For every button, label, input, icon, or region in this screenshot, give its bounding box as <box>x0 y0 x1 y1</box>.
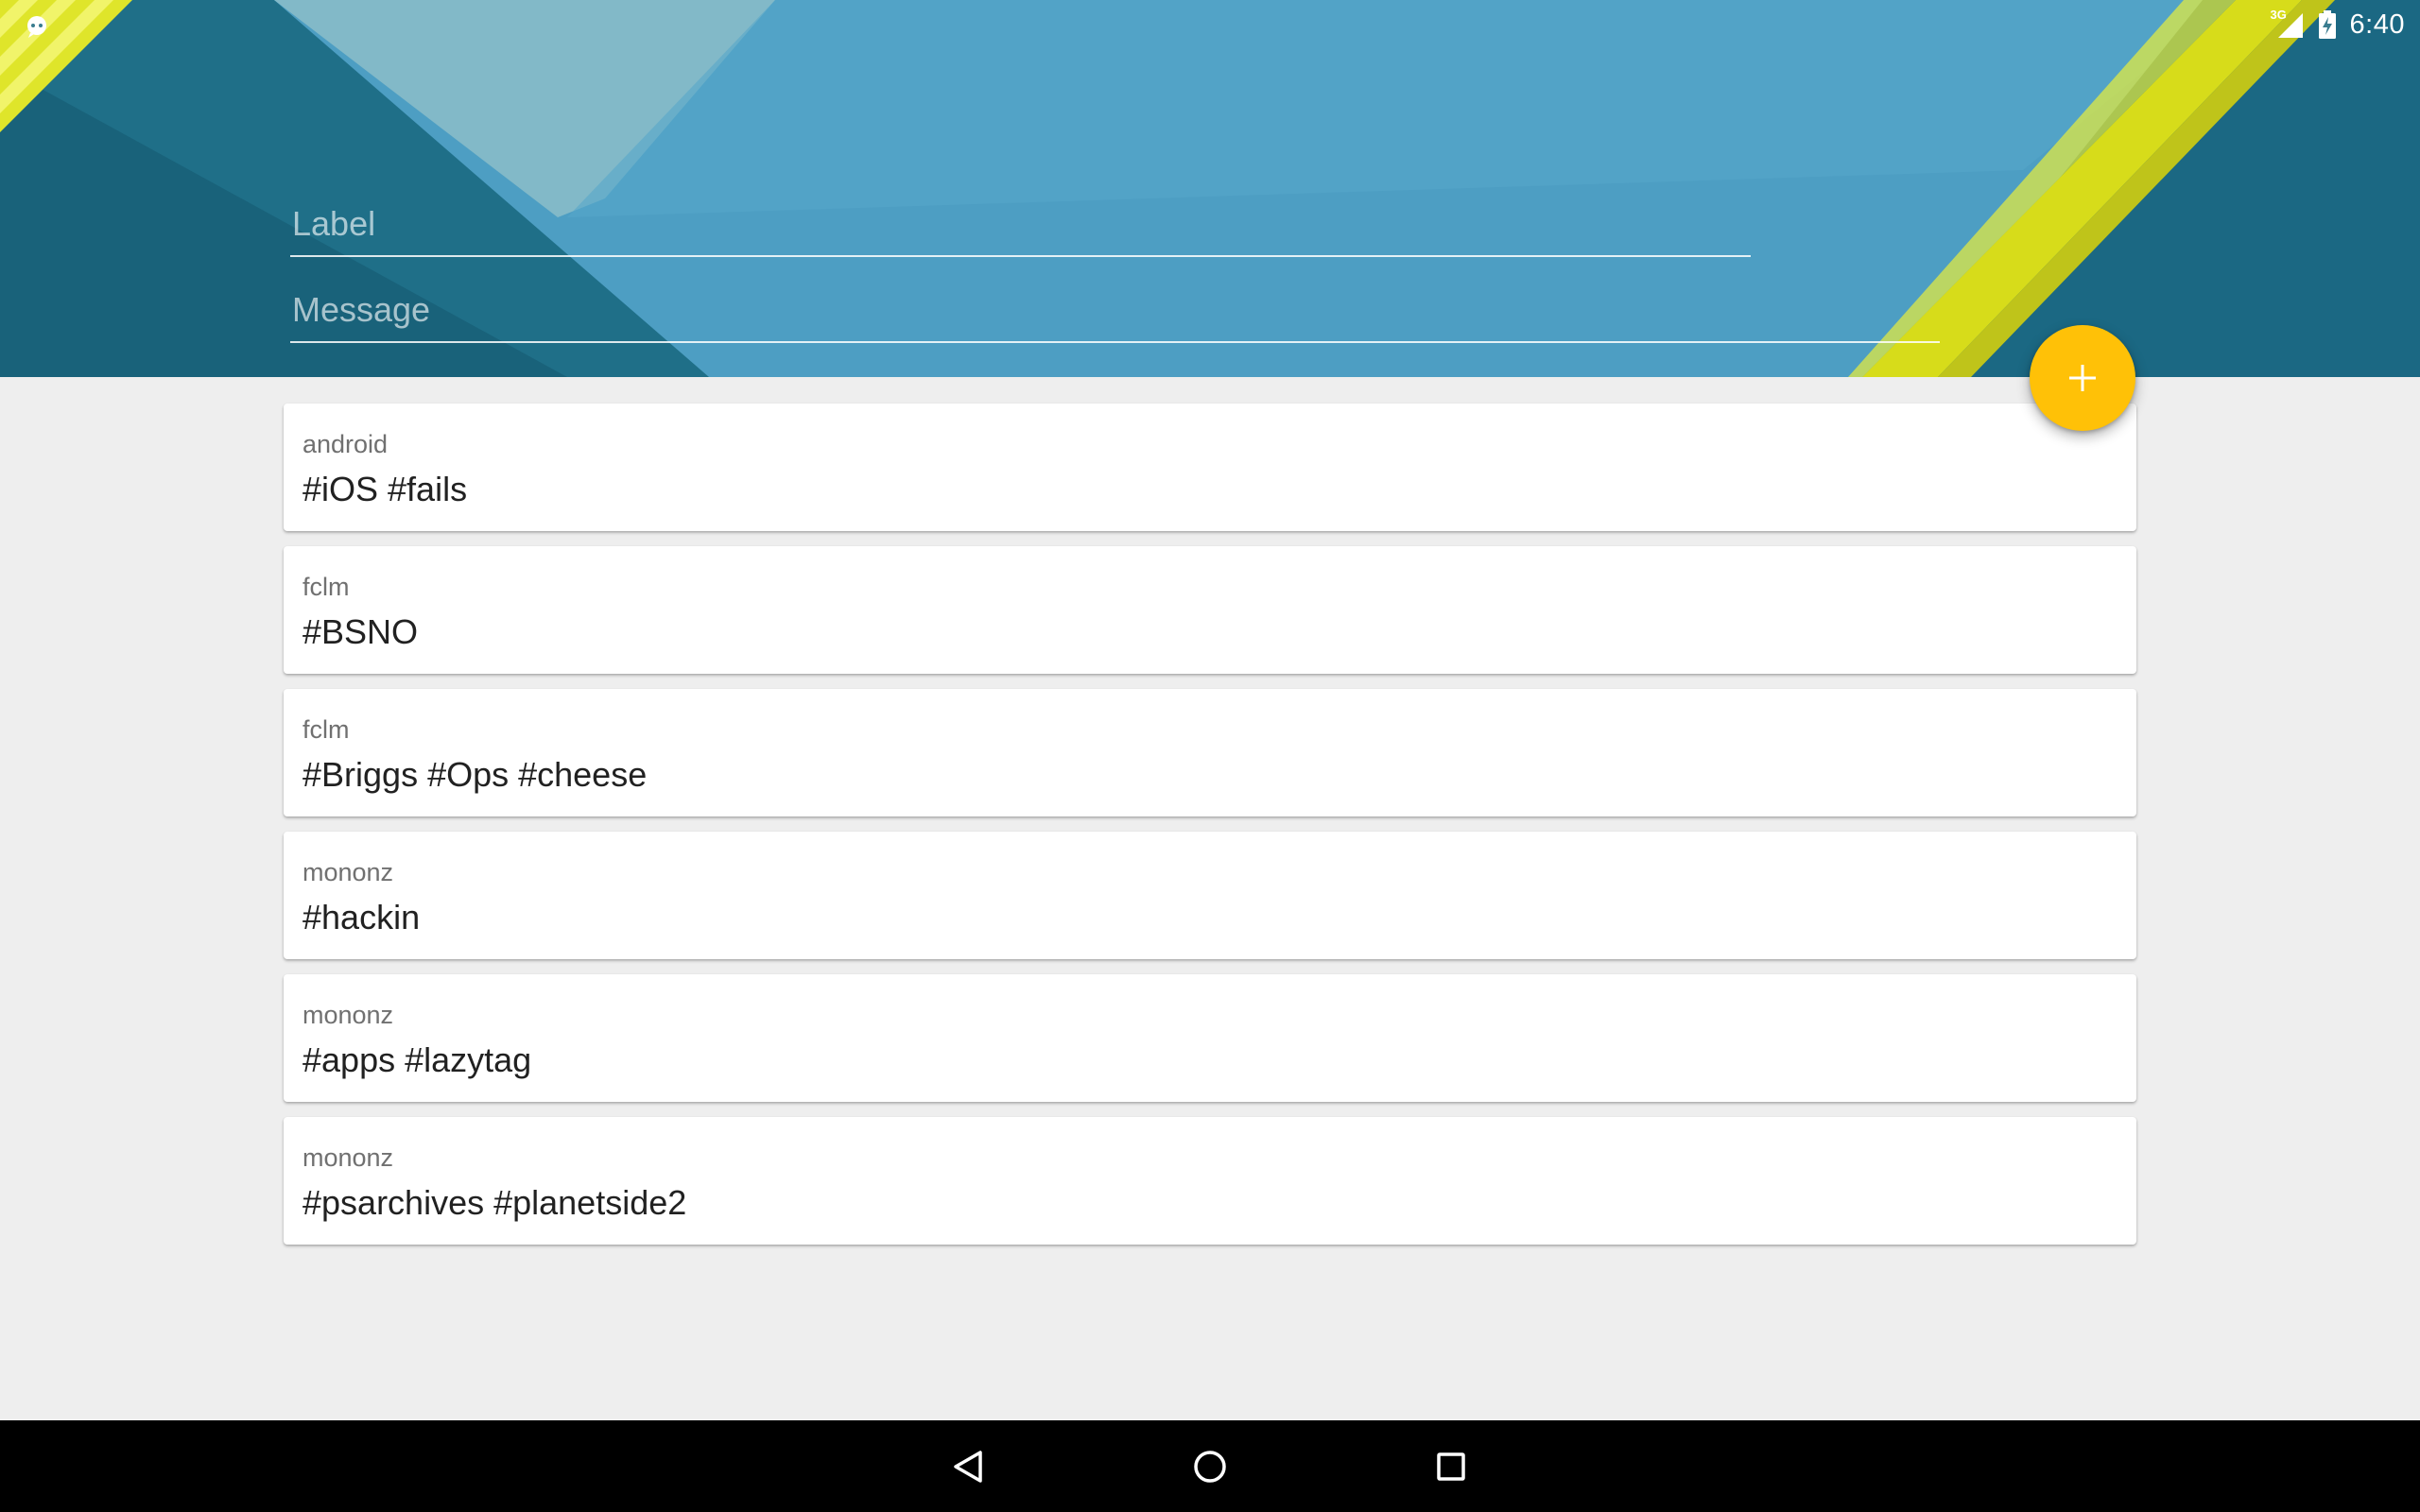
message-input[interactable] <box>290 286 1940 341</box>
home-icon <box>1191 1448 1229 1486</box>
list-item[interactable]: android #iOS #fails <box>284 404 2136 531</box>
status-icons: 3G 6:40 <box>2271 0 2405 49</box>
notification-icon <box>23 11 51 40</box>
item-message: #BSNO <box>302 612 419 651</box>
list-item[interactable]: fclm #Briggs #Ops #cheese <box>284 689 2136 816</box>
signal-icon: 3G <box>2271 8 2305 40</box>
clock: 6:40 <box>2349 9 2405 40</box>
header-wallpaper: 3G 6:40 <box>0 0 2420 377</box>
navigation-bar <box>0 1420 2420 1512</box>
list-item[interactable]: fclm #BSNO <box>284 546 2136 674</box>
item-label: mononz <box>302 1001 394 1029</box>
item-message: #apps #lazytag <box>302 1040 532 1079</box>
plus-icon <box>2066 361 2100 395</box>
message-field[interactable] <box>290 286 1940 343</box>
item-message: #psarchives #planetside2 <box>302 1183 687 1222</box>
item-label: fclm <box>302 573 350 601</box>
recents-icon <box>1432 1448 1470 1486</box>
back-button[interactable] <box>912 1420 1026 1512</box>
battery-charging-icon <box>2318 10 2337 39</box>
item-message: #hackin <box>302 898 421 936</box>
label-field[interactable] <box>290 200 1751 257</box>
item-message: #Briggs #Ops #cheese <box>302 755 648 794</box>
recents-button[interactable] <box>1394 1420 1508 1512</box>
list-item[interactable]: mononz #apps #lazytag <box>284 974 2136 1102</box>
home-button[interactable] <box>1153 1420 1267 1512</box>
item-label: fclm <box>302 715 350 744</box>
list-item[interactable]: mononz #psarchives #planetside2 <box>284 1117 2136 1245</box>
label-input[interactable] <box>290 200 1751 255</box>
item-message: #iOS #fails <box>302 470 468 508</box>
status-bar: 3G 6:40 <box>0 0 2420 49</box>
item-label: mononz <box>302 858 394 886</box>
list-item[interactable]: mononz #hackin <box>284 832 2136 959</box>
add-button[interactable] <box>2030 325 2135 431</box>
item-label: android <box>302 430 389 458</box>
message-list: android #iOS #fails fclm #BSNO fclm #Bri… <box>284 404 2136 1260</box>
back-icon <box>950 1448 988 1486</box>
item-label: mononz <box>302 1143 394 1172</box>
